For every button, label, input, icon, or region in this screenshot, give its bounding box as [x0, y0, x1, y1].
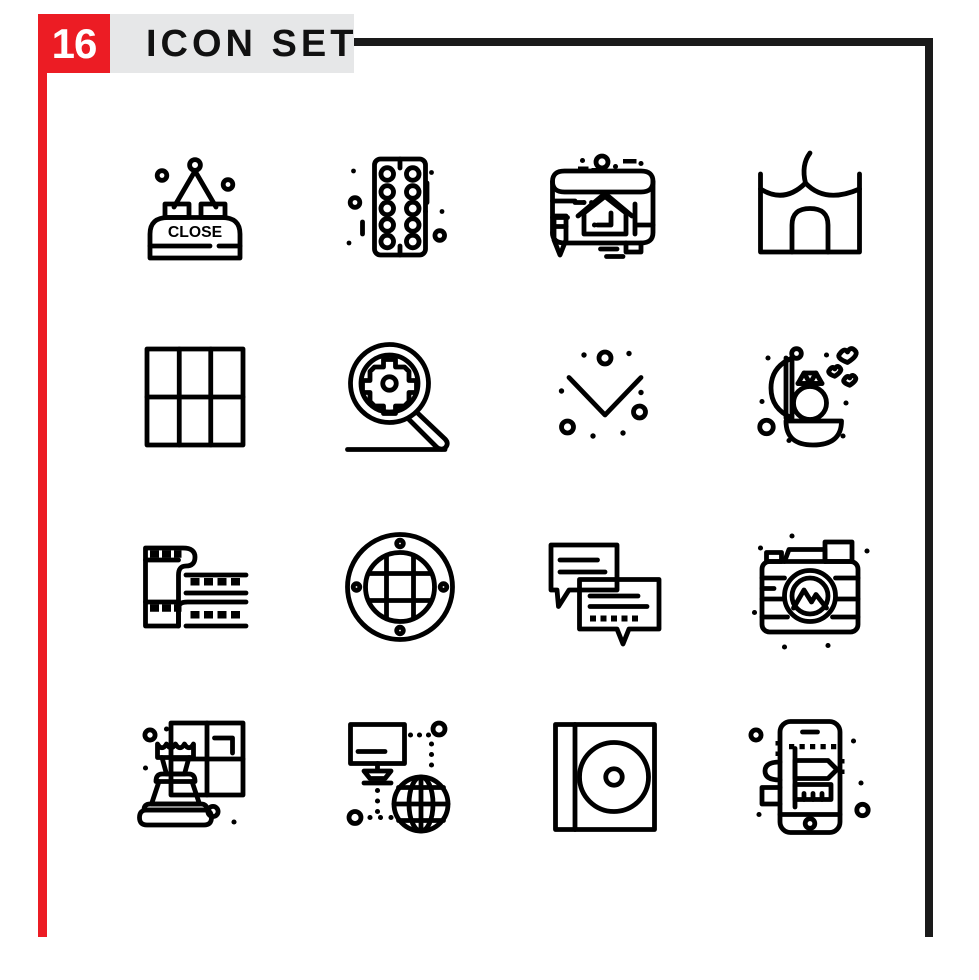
icon-cell-mobile-signpost[interactable]: Mobile phone with signpost	[707, 682, 912, 872]
icon-cell-chevron-down[interactable]: Chevron down arrow	[502, 302, 707, 492]
icon-set-poster: 16 ICON SET Close hanging sign CLOSE Pil…	[0, 0, 979, 980]
icon-cell-pill-blister[interactable]: Pill blister pack	[297, 112, 502, 302]
icon-count-badge: 16	[38, 14, 110, 73]
icon-cell-chess-rook[interactable]: Chess rook on board	[92, 682, 297, 872]
grid-layout-icon	[144, 346, 245, 448]
icon-cell-network-globe[interactable]: Monitor connected to globe	[297, 682, 502, 872]
tent-pavilion-icon	[757, 150, 862, 255]
pill-blister-pack-icon	[346, 156, 447, 258]
icon-cell-close-sign[interactable]: Close hanging sign CLOSE	[92, 112, 297, 302]
right-black-border	[925, 38, 933, 937]
icon-cell-cd-case[interactable]: CD disc case	[502, 682, 707, 872]
chess-rook-icon	[136, 720, 245, 828]
icon-cell-search-settings[interactable]: Magnifier with gear	[297, 302, 502, 492]
icon-cell-grid-layout[interactable]: Grid layout	[92, 302, 297, 492]
mobile-signpost-icon	[748, 719, 871, 835]
page-title: ICON SET	[146, 23, 358, 65]
blueprint-icon	[549, 153, 655, 259]
engagement-ring-icon	[756, 346, 859, 448]
search-settings-icon	[344, 342, 450, 452]
cd-case-icon	[552, 722, 657, 832]
film-strip-icon	[142, 545, 248, 629]
close-sign-icon: CLOSE	[147, 157, 242, 261]
camera-landscape-icon	[751, 533, 870, 650]
icon-cell-porthole-grille[interactable]: Porthole grille	[297, 492, 502, 682]
icon-cell-chat-bubbles[interactable]: Chat bubbles	[502, 492, 707, 682]
chevron-down-icon	[558, 349, 648, 439]
icon-cell-engagement-ring[interactable]: Diamond ring in box with hearts	[707, 302, 912, 492]
icon-cell-blueprint[interactable]: House blueprint with pencil	[502, 112, 707, 302]
left-red-border	[38, 14, 47, 937]
icon-grid: Close hanging sign CLOSE Pill blister pa…	[92, 112, 912, 872]
porthole-grille-icon	[344, 532, 455, 642]
icon-cell-film-strip[interactable]: Film strip	[92, 492, 297, 682]
network-globe-icon	[346, 720, 450, 834]
icon-cell-tent-pavilion[interactable]: Tent pavilion	[707, 112, 912, 302]
svg-text:CLOSE: CLOSE	[167, 224, 221, 241]
icon-cell-camera-landscape[interactable]: Camera with mountain lens	[707, 492, 912, 682]
chat-bubbles-icon	[548, 542, 661, 647]
